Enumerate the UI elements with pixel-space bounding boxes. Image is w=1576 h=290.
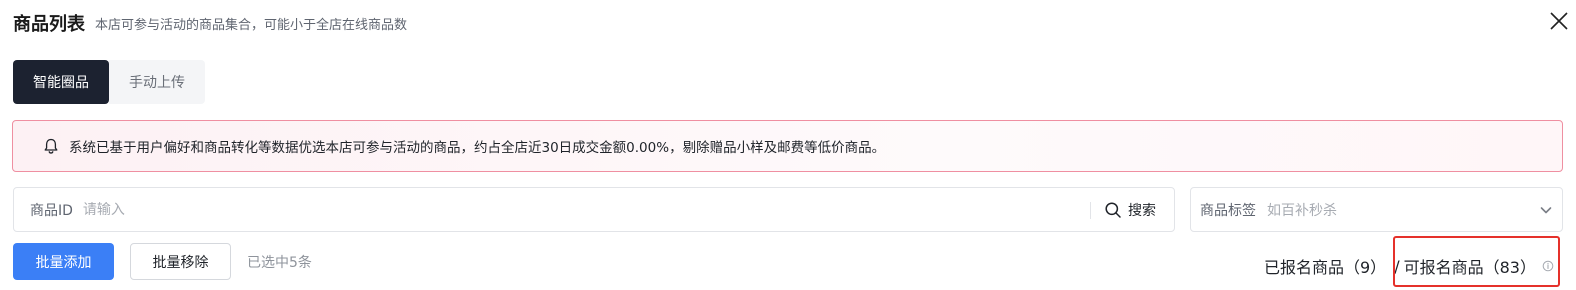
search-icon [1105,201,1121,218]
notice-text: 系统已基于用户偏好和商品转化等数据优选本店可参与活动的商品，约占全店近30日成交… [69,140,886,156]
product-id-search: 商品ID 搜索 [13,187,1175,232]
registered-count: 已报名商品（9） [1264,258,1387,277]
product-tag-placeholder: 如百补秒杀 [1267,202,1337,219]
product-tag-select[interactable]: 商品标签 如百补秒杀 [1190,187,1563,232]
search-divider [1090,202,1091,219]
batch-add-button[interactable]: 批量添加 [13,243,114,280]
page-subtitle: 本店可参与活动的商品集合，可能小于全店在线商品数 [95,17,408,33]
product-id-label: 商品ID [30,202,73,219]
modal-header: 商品列表 本店可参与活动的商品集合，可能小于全店在线商品数 [13,8,407,38]
info-icon[interactable] [1542,260,1554,272]
product-id-input[interactable] [82,201,1043,218]
tab-manual-upload[interactable]: 手动上传 [109,60,205,104]
available-count: 可报名商品（83） [1403,258,1536,277]
search-button-label: 搜索 [1128,202,1156,219]
selected-count: 已选中5条 [247,254,312,271]
product-tag-label: 商品标签 [1200,202,1256,219]
tab-smart-selection[interactable]: 智能圈品 [13,60,109,104]
product-stats: 已报名商品（9） / 可报名商品（83） [1264,244,1554,288]
bell-icon [44,138,58,154]
stats-separator: / [1394,256,1400,276]
batch-remove-button[interactable]: 批量移除 [130,243,231,280]
chevron-down-icon [1540,207,1552,214]
search-button[interactable]: 搜索 [1104,188,1156,231]
page-title: 商品列表 [13,14,85,35]
close-icon[interactable] [1548,10,1570,32]
tab-bar: 智能圈品 手动上传 [13,60,205,104]
notice-banner: 系统已基于用户偏好和商品转化等数据优选本店可参与活动的商品，约占全店近30日成交… [12,120,1563,172]
